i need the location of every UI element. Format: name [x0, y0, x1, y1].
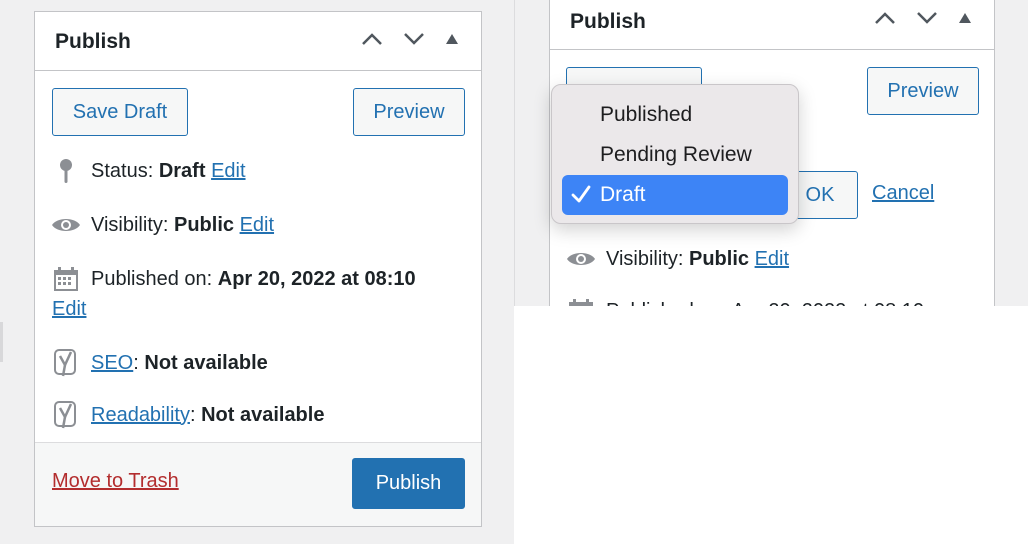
- preview-button[interactable]: Preview: [353, 88, 465, 136]
- publish-button[interactable]: Publish: [352, 458, 465, 509]
- visibility-label: Visibility:: [606, 247, 684, 270]
- preview-button-right[interactable]: Preview: [867, 67, 979, 115]
- panel-title: Publish: [55, 30, 131, 53]
- calendar-icon: [51, 264, 81, 294]
- published-on-row: Published on: Apr 20, 2022 at 08:10: [51, 264, 416, 294]
- right-blank-area: [514, 306, 1028, 544]
- panel-header-right: Publish: [550, 0, 994, 50]
- visibility-row: Visibility: Public Edit: [51, 210, 274, 240]
- published-on-edit-link[interactable]: Edit: [52, 298, 86, 321]
- status-row: Status: Draft Edit: [51, 156, 246, 186]
- status-option-draft-label: Draft: [600, 183, 646, 206]
- collapse-toggle-icon[interactable]: [958, 12, 972, 24]
- save-draft-button[interactable]: Save Draft: [52, 88, 188, 136]
- status-value: Draft: [158, 159, 206, 182]
- left-edge-handle: [0, 322, 3, 362]
- visibility-value: Public: [689, 247, 750, 270]
- pin-icon: [51, 156, 81, 186]
- collapse-toggle-icon[interactable]: [445, 33, 459, 45]
- publish-panel-left: Publish Save Draft Preview Status: Draft…: [34, 11, 482, 527]
- seo-row: SEO: Not available: [51, 348, 268, 378]
- move-down-icon[interactable]: [403, 32, 425, 46]
- panel-header-controls-right: [874, 11, 972, 25]
- move-up-icon[interactable]: [361, 32, 383, 46]
- eye-icon: [51, 210, 81, 240]
- yoast-seo-icon: [51, 348, 81, 378]
- published-on-value: Apr 20, 2022 at 08:10: [217, 267, 416, 290]
- checkmark-icon: [570, 183, 592, 211]
- seo-link[interactable]: SEO: [91, 352, 133, 375]
- seo-value: Not available: [144, 351, 268, 374]
- status-option-draft[interactable]: Draft: [562, 175, 788, 215]
- visibility-row-right: Visibility: Public Edit: [566, 244, 789, 274]
- panel-title-right: Publish: [570, 10, 646, 33]
- published-on-edit-row: Edit: [52, 298, 86, 321]
- status-option-published[interactable]: Published: [562, 95, 788, 135]
- move-up-icon[interactable]: [874, 11, 896, 25]
- cancel-link[interactable]: Cancel: [872, 182, 934, 205]
- readability-link[interactable]: Readability: [91, 404, 190, 427]
- readability-value: Not available: [201, 403, 325, 426]
- move-down-icon[interactable]: [916, 11, 938, 25]
- panel-header: Publish: [35, 12, 481, 71]
- readability-row: Readability: Not available: [51, 400, 324, 430]
- visibility-edit-link[interactable]: Edit: [240, 214, 274, 237]
- status-edit-link[interactable]: Edit: [211, 160, 245, 183]
- eye-icon: [566, 244, 596, 274]
- status-label: Status:: [91, 159, 154, 182]
- published-on-label: Published on:: [91, 267, 213, 290]
- move-to-trash-link[interactable]: Move to Trash: [52, 470, 179, 493]
- status-dropdown-menu: Published Pending Review Draft: [551, 84, 799, 224]
- status-option-pending-review[interactable]: Pending Review: [562, 135, 788, 175]
- visibility-value: Public: [174, 213, 235, 236]
- visibility-edit-link[interactable]: Edit: [755, 248, 789, 271]
- visibility-label: Visibility:: [91, 213, 169, 236]
- column-divider: [514, 0, 515, 306]
- panel-header-controls: [361, 32, 459, 46]
- yoast-readability-icon: [51, 400, 81, 430]
